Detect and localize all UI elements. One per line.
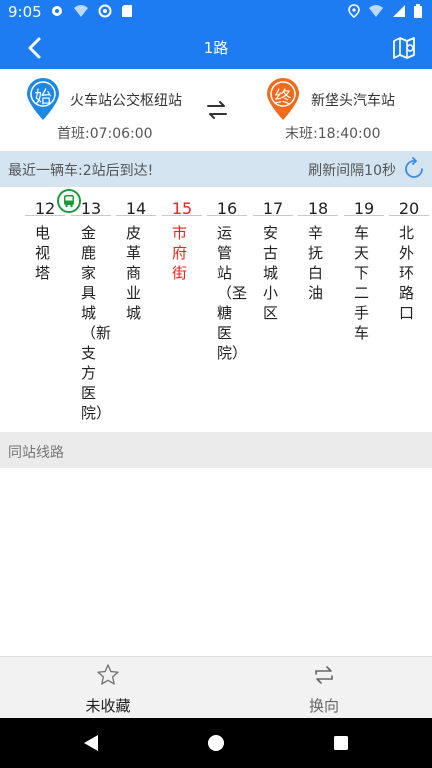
arrival-text: 最近一辆车:2站后到达! bbox=[8, 163, 154, 179]
start-stop-name: 火车站公交枢纽站 bbox=[70, 93, 182, 109]
app-bar: 1路 bbox=[0, 25, 432, 69]
favorite-label: 未收藏 bbox=[85, 697, 131, 715]
system-nav-bar bbox=[0, 718, 432, 768]
status-time: 9:05 bbox=[8, 3, 42, 21]
stop-name: 市府街 bbox=[172, 224, 188, 282]
wifi-question-icon bbox=[74, 5, 88, 17]
end-stop-name: 新垡头汽车站 bbox=[311, 93, 395, 109]
home-circle-icon[interactable] bbox=[207, 734, 225, 752]
start-pin: 始 bbox=[25, 77, 61, 121]
last-bus-time: 末班:18:40:00 bbox=[285, 126, 381, 142]
stop-number: 20 bbox=[398, 199, 420, 218]
settings-icon bbox=[52, 6, 62, 16]
stop-item[interactable]: 17 安古城小区 bbox=[253, 187, 293, 432]
same-station-lines-header: 同站线路 bbox=[0, 432, 432, 468]
bottom-nav: 未收藏 换向 bbox=[0, 656, 432, 719]
stop-item[interactable]: 14 皮革商业城 bbox=[116, 187, 156, 432]
stop-number: 18 bbox=[307, 199, 329, 218]
star-icon bbox=[97, 664, 119, 685]
refresh-icon[interactable] bbox=[402, 157, 426, 181]
stop-number: 19 bbox=[353, 199, 375, 218]
arrival-info-bar: 最近一辆车:2站后到达! 刷新间隔10秒 bbox=[0, 151, 432, 187]
first-bus-time: 首班:07:06:00 bbox=[57, 126, 153, 142]
sd-card-icon bbox=[122, 5, 132, 17]
stop-name: 皮革商业城 bbox=[126, 224, 142, 322]
stop-item[interactable]: 16 运管站（圣糖医院） bbox=[207, 187, 247, 432]
stop-name: 电视塔 bbox=[35, 224, 51, 282]
stop-name: 安古城小区 bbox=[263, 224, 279, 322]
favorite-button[interactable]: 未收藏 bbox=[0, 657, 216, 719]
bus-icon[interactable] bbox=[57, 189, 81, 213]
start-badge: 始 bbox=[34, 88, 52, 108]
wifi-icon bbox=[369, 5, 383, 17]
swap-icon bbox=[315, 666, 333, 684]
stop-name: 北外环路口 bbox=[399, 224, 415, 322]
back-triangle-icon[interactable] bbox=[82, 733, 100, 753]
stop-item[interactable]: 18 辛抚白油 bbox=[298, 187, 338, 432]
current-stop-item[interactable]: 15 市府街 bbox=[162, 187, 202, 432]
stop-number: 17 bbox=[262, 199, 284, 218]
route-header: 始 火车站公交枢纽站 首班:07:06:00 终 新垡头汽车站 末班:18:40… bbox=[0, 69, 432, 151]
section-title: 同站线路 bbox=[8, 445, 64, 461]
stop-item[interactable]: 13 金鹿家具城（新支方医院） bbox=[71, 187, 111, 432]
signal-icon bbox=[393, 5, 405, 17]
refresh-interval-text: 刷新间隔10秒 bbox=[308, 163, 396, 179]
end-badge: 终 bbox=[274, 88, 292, 108]
recents-square-icon[interactable] bbox=[333, 735, 349, 751]
stop-name: 运管站（圣糖医院） bbox=[217, 224, 248, 362]
battery-icon bbox=[414, 4, 422, 18]
stop-name: 辛抚白油 bbox=[308, 224, 324, 302]
stop-item[interactable]: 19 车天下二手车 bbox=[344, 187, 384, 432]
stop-name: 车天下二手车 bbox=[354, 224, 370, 342]
stop-item[interactable]: 20 北外环路口 bbox=[389, 187, 429, 432]
end-pin: 终 bbox=[265, 77, 301, 121]
stop-name: 金鹿家具城（新支方医院） bbox=[81, 224, 112, 422]
circle-icon bbox=[98, 4, 112, 18]
stop-list: 12 电视塔 13 金鹿家具城（新支方医院） 14 皮革商业城 15 市府街 1… bbox=[0, 187, 432, 432]
swap-direction-icon[interactable] bbox=[205, 98, 229, 122]
stop-number: 14 bbox=[125, 199, 147, 218]
location-icon bbox=[348, 4, 360, 18]
map-icon[interactable] bbox=[392, 35, 418, 61]
stop-number: 16 bbox=[216, 199, 238, 218]
route-title: 1路 bbox=[203, 39, 229, 57]
stop-number: 15 bbox=[171, 199, 193, 218]
reverse-direction-button[interactable]: 换向 bbox=[216, 657, 432, 719]
status-bar: 9:05 bbox=[0, 0, 432, 25]
reverse-label: 换向 bbox=[308, 697, 339, 715]
stop-item[interactable]: 12 电视塔 bbox=[25, 187, 65, 432]
